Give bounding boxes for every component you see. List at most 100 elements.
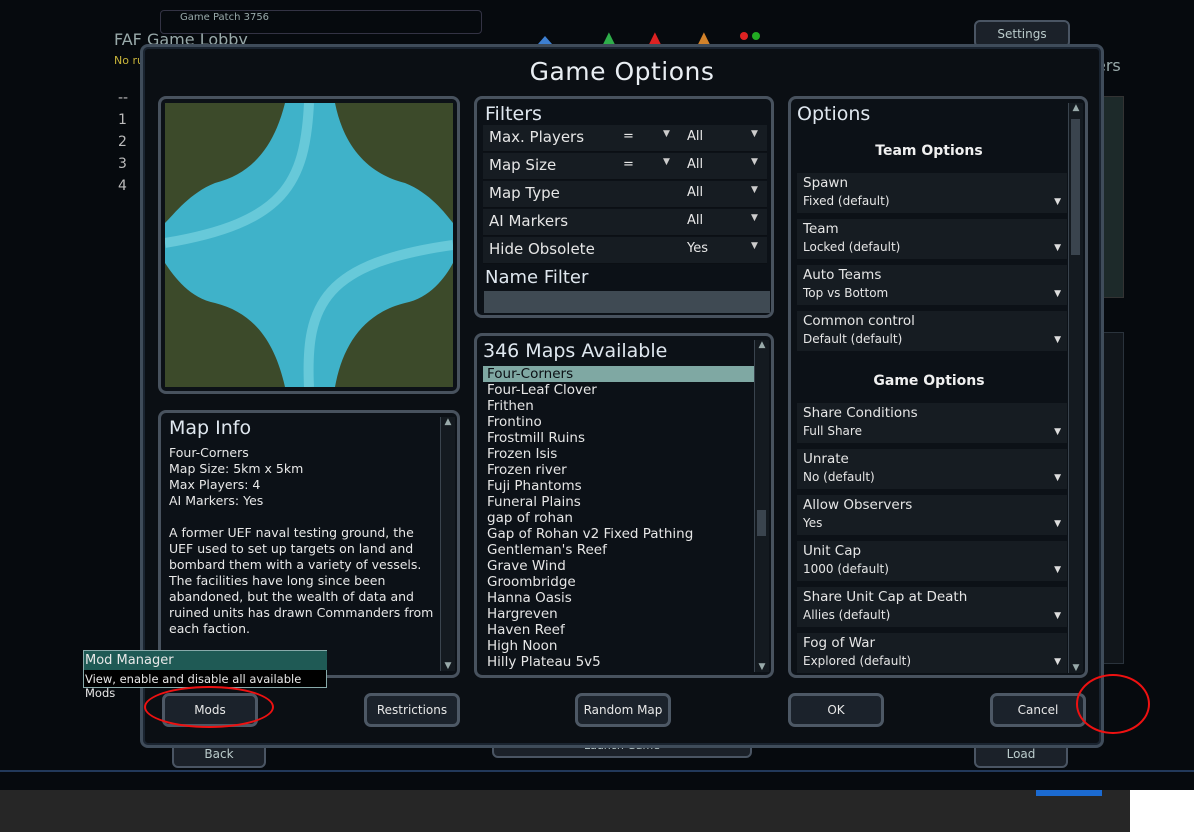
option-value[interactable]: Allies (default) bbox=[803, 608, 890, 622]
filter-operator[interactable]: = bbox=[623, 157, 634, 172]
slot-number[interactable]: 1 bbox=[118, 112, 140, 134]
option-label: Common control bbox=[803, 313, 915, 329]
filter-operator[interactable]: = bbox=[623, 129, 634, 144]
option-fog-of-war[interactable]: Fog of War Explored (default) ▼ bbox=[797, 633, 1067, 673]
filter-map-type[interactable]: Map Type All ▼ bbox=[483, 181, 767, 208]
chevron-down-icon[interactable]: ▼ bbox=[1054, 427, 1061, 437]
map-list-scrollbar[interactable]: ▲ ▼ bbox=[754, 340, 769, 672]
chevron-down-icon[interactable]: ▼ bbox=[1054, 473, 1061, 483]
chevron-down-icon[interactable]: ▼ bbox=[1054, 243, 1061, 253]
list-item[interactable]: Frostmill Ruins bbox=[483, 430, 755, 446]
map-size: Map Size: 5km x 5km bbox=[169, 461, 304, 476]
option-value[interactable]: Default (default) bbox=[803, 332, 902, 346]
chevron-down-icon[interactable]: ▼ bbox=[1054, 611, 1061, 621]
options-scrollbar[interactable]: ▲ ▼ bbox=[1068, 103, 1083, 673]
random-faction-icon[interactable] bbox=[740, 32, 748, 40]
filter-value[interactable]: All bbox=[687, 157, 703, 172]
chevron-down-icon[interactable]: ▼ bbox=[751, 213, 758, 223]
list-item[interactable]: Funeral Plains bbox=[483, 494, 755, 510]
chevron-down-icon[interactable]: ▼ bbox=[751, 129, 758, 139]
option-value[interactable]: Top vs Bottom bbox=[803, 286, 888, 300]
divider bbox=[0, 770, 1194, 772]
scrollbar-thumb[interactable] bbox=[757, 510, 766, 536]
list-item[interactable]: Frozen Isis bbox=[483, 446, 755, 462]
option-share-conditions[interactable]: Share Conditions Full Share ▼ bbox=[797, 403, 1067, 443]
chevron-down-icon[interactable]: ▼ bbox=[663, 157, 670, 167]
option-label: Spawn bbox=[803, 175, 849, 191]
chevron-down-icon[interactable]: ▼ bbox=[1054, 289, 1061, 299]
option-value[interactable]: Full Share bbox=[803, 424, 862, 438]
option-team[interactable]: Team Locked (default) ▼ bbox=[797, 219, 1067, 259]
option-value[interactable]: No (default) bbox=[803, 470, 875, 484]
list-item[interactable]: Fuji Phantoms bbox=[483, 478, 755, 494]
option-value[interactable]: Fixed (default) bbox=[803, 194, 890, 208]
filter-max-players[interactable]: Max. Players = ▼ All ▼ bbox=[483, 125, 767, 152]
filter-map-size[interactable]: Map Size = ▼ All ▼ bbox=[483, 153, 767, 180]
cancel-button[interactable]: Cancel bbox=[990, 693, 1086, 727]
scroll-up-icon[interactable]: ▲ bbox=[1069, 103, 1083, 113]
filter-value[interactable]: All bbox=[687, 185, 703, 200]
option-unrate[interactable]: Unrate No (default) ▼ bbox=[797, 449, 1067, 489]
slot-number[interactable]: 3 bbox=[118, 156, 140, 178]
chevron-down-icon[interactable]: ▼ bbox=[1054, 197, 1061, 207]
chevron-down-icon[interactable]: ▼ bbox=[1054, 657, 1061, 667]
list-item[interactable]: Four-Corners bbox=[483, 366, 755, 382]
option-value[interactable]: Yes bbox=[803, 516, 822, 530]
ok-button[interactable]: OK bbox=[788, 693, 884, 727]
scroll-up-icon[interactable]: ▲ bbox=[441, 417, 455, 427]
list-item[interactable]: Hargreven bbox=[483, 606, 755, 622]
lobby-scrollbar[interactable] bbox=[1102, 332, 1124, 664]
option-unit-cap[interactable]: Unit Cap 1000 (default) ▼ bbox=[797, 541, 1067, 581]
list-item[interactable]: Frithen bbox=[483, 398, 755, 414]
filter-hide-obsolete[interactable]: Hide Obsolete Yes ▼ bbox=[483, 237, 767, 264]
filter-value[interactable]: All bbox=[687, 129, 703, 144]
list-item[interactable]: Grave Wind bbox=[483, 558, 755, 574]
uef-faction-icon[interactable] bbox=[538, 36, 552, 44]
chevron-down-icon[interactable]: ▼ bbox=[751, 185, 758, 195]
list-item[interactable]: Gentleman's Reef bbox=[483, 542, 755, 558]
chevron-down-icon[interactable]: ▼ bbox=[751, 157, 758, 167]
map-info-scrollbar[interactable]: ▲ ▼ bbox=[440, 417, 455, 671]
list-item[interactable]: Frozen river bbox=[483, 462, 755, 478]
scroll-up-icon[interactable]: ▲ bbox=[755, 340, 769, 350]
map-preview-image[interactable] bbox=[164, 102, 454, 388]
option-value[interactable]: Locked (default) bbox=[803, 240, 900, 254]
slot-number[interactable]: 2 bbox=[118, 134, 140, 156]
filter-value[interactable]: Yes bbox=[687, 241, 708, 256]
list-item[interactable]: High Noon bbox=[483, 638, 755, 654]
filter-value[interactable]: All bbox=[687, 213, 703, 228]
option-value[interactable]: 1000 (default) bbox=[803, 562, 889, 576]
scrollbar-thumb[interactable] bbox=[1071, 119, 1080, 255]
map-info-heading: Map Info bbox=[169, 417, 252, 439]
slot-number[interactable]: 4 bbox=[118, 178, 140, 200]
list-item[interactable]: gap of rohan bbox=[483, 510, 755, 526]
option-spawn[interactable]: Spawn Fixed (default) ▼ bbox=[797, 173, 1067, 213]
scroll-down-icon[interactable]: ▼ bbox=[1069, 663, 1083, 673]
list-item[interactable]: Hanna Oasis bbox=[483, 590, 755, 606]
list-item[interactable]: Gap of Rohan v2 Fixed Pathing bbox=[483, 526, 755, 542]
chevron-down-icon[interactable]: ▼ bbox=[1054, 565, 1061, 575]
option-label: Unit Cap bbox=[803, 543, 862, 559]
list-item[interactable]: Hilly Plateau 5v5 bbox=[483, 654, 755, 670]
list-item[interactable]: Haven Reef bbox=[483, 622, 755, 638]
list-item[interactable]: Frontino bbox=[483, 414, 755, 430]
map-preview-panel bbox=[158, 96, 460, 394]
name-filter-input[interactable] bbox=[484, 291, 770, 313]
list-item[interactable]: Four-Leaf Clover bbox=[483, 382, 755, 398]
chevron-down-icon[interactable]: ▼ bbox=[663, 129, 670, 139]
option-auto-teams[interactable]: Auto Teams Top vs Bottom ▼ bbox=[797, 265, 1067, 305]
option-allow-observers[interactable]: Allow Observers Yes ▼ bbox=[797, 495, 1067, 535]
chevron-down-icon[interactable]: ▼ bbox=[1054, 335, 1061, 345]
scroll-down-icon[interactable]: ▼ bbox=[755, 662, 769, 672]
option-value[interactable]: Explored (default) bbox=[803, 654, 911, 668]
filter-ai-markers[interactable]: AI Markers All ▼ bbox=[483, 209, 767, 236]
option-share-unit-cap[interactable]: Share Unit Cap at Death Allies (default)… bbox=[797, 587, 1067, 627]
scroll-down-icon[interactable]: ▼ bbox=[441, 661, 455, 671]
restrictions-button[interactable]: Restrictions bbox=[364, 693, 460, 727]
option-common-control[interactable]: Common control Default (default) ▼ bbox=[797, 311, 1067, 351]
chevron-down-icon[interactable]: ▼ bbox=[751, 241, 758, 251]
list-item[interactable]: Groombridge bbox=[483, 574, 755, 590]
random-map-button[interactable]: Random Map bbox=[575, 693, 671, 727]
chevron-down-icon[interactable]: ▼ bbox=[1054, 519, 1061, 529]
map-list: Four-Corners Four-Leaf Clover Frithen Fr… bbox=[483, 366, 755, 670]
